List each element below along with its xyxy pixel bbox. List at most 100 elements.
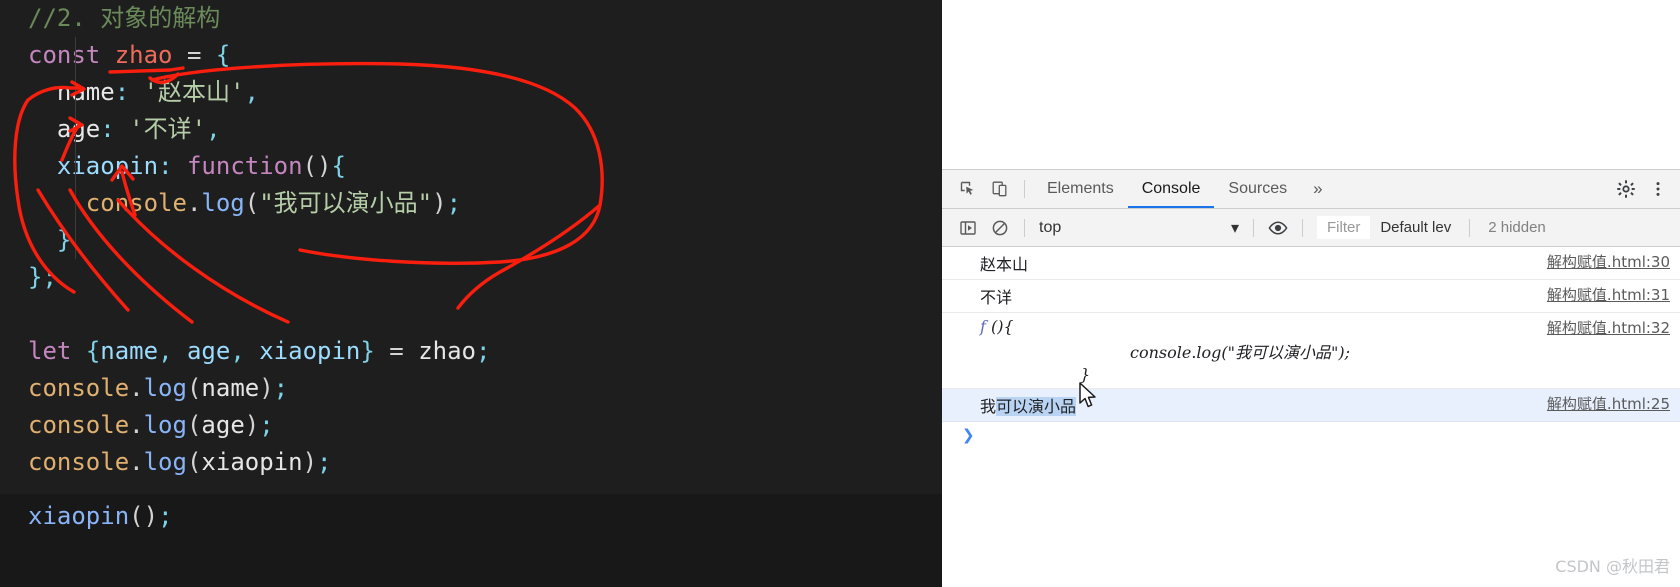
screenshot-root: //2. 对象的解构 const zhao = { name: '赵本山', ag… [0, 0, 1680, 587]
code-token: ( [186, 448, 202, 476]
code-token: name [100, 337, 159, 365]
console-message-row[interactable]: 不详 解构赋值.html:31 [942, 280, 1680, 313]
more-tabs-icon[interactable]: » [1301, 179, 1334, 199]
code-token: ) [302, 448, 318, 476]
code-token: ( [186, 374, 202, 402]
code-line-bottom: xiaopin(); [28, 498, 173, 535]
console-source-link[interactable]: 解构赋值.html:32 [1547, 317, 1670, 338]
code-token: name [56, 78, 115, 106]
code-line[interactable]: age: '不详', [0, 111, 942, 148]
code-token: : [114, 78, 144, 106]
chevron-down-icon: ▾ [1230, 219, 1239, 237]
tab-sources[interactable]: Sources [1214, 170, 1301, 208]
code-token: xiaopin [56, 152, 159, 180]
function-close-line: } [1080, 365, 1091, 384]
filterbar-divider-2 [1253, 218, 1254, 237]
console-message-list[interactable]: 赵本山 解构赋值.html:30 不详 解构赋值.html:31 f (){consol… [942, 247, 1680, 454]
console-message-row[interactable]: f (){console.log("我可以演小品");} 解构赋值.html:32 [942, 313, 1680, 389]
code-token: '不详' [129, 115, 207, 143]
devtools-menu-icon[interactable] [1642, 175, 1674, 203]
code-token: log [143, 448, 187, 476]
code-token: let [28, 337, 72, 365]
hidden-messages-count: 2 hidden [1488, 219, 1546, 236]
no-entry-glyph [992, 220, 1008, 235]
console-message-row[interactable]: 我可以演小品 解构赋值.html:25 [942, 389, 1680, 422]
gear-glyph [1617, 180, 1635, 198]
tab-elements[interactable]: Elements [1033, 170, 1128, 208]
code-editor-pane[interactable]: //2. 对象的解构 const zhao = { name: '赵本山', ag… [0, 0, 942, 587]
inspect-element-icon[interactable] [952, 175, 984, 203]
console-filter-input[interactable]: Filter [1317, 216, 1371, 239]
code-line[interactable]: name: '赵本山', [0, 74, 942, 111]
execution-context-select[interactable]: top ▾ [1033, 218, 1245, 238]
code-token: console [28, 374, 130, 402]
console-source-link[interactable]: 解构赋值.html:31 [1547, 284, 1670, 305]
page-viewport [942, 0, 1680, 170]
code-token: '赵本山' [143, 78, 245, 106]
live-expression-eye-icon[interactable] [1262, 214, 1294, 242]
code-line[interactable] [0, 296, 942, 333]
code-token: . [129, 448, 144, 476]
code-token: ; [317, 448, 332, 476]
code-token: , [206, 115, 221, 143]
function-signature: (){ [985, 317, 1014, 336]
code-line[interactable]: console.log(age); [0, 407, 942, 444]
code-token: ; [42, 263, 57, 291]
code-token: : [100, 115, 130, 143]
console-message-text: 赵本山 [980, 255, 1029, 274]
code-content[interactable]: //2. 对象的解构 const zhao = { name: '赵本山', ag… [0, 0, 942, 518]
code-line[interactable]: //2. 对象的解构 [0, 0, 942, 37]
code-line[interactable]: }; [0, 259, 942, 296]
code-token: { [331, 152, 346, 180]
code-token: xiaopin [201, 448, 303, 476]
console-message-text: 不详 [980, 288, 1013, 307]
code-token: log [201, 189, 245, 217]
console-sidebar-toggle-icon[interactable] [952, 214, 984, 242]
code-token: const [28, 41, 101, 69]
code-token: ( [186, 411, 202, 439]
device-toolbar-icon[interactable] [984, 175, 1016, 203]
clear-console-icon[interactable] [984, 214, 1016, 242]
console-source-link[interactable]: 解构赋值.html:30 [1547, 251, 1670, 272]
code-line[interactable]: xiaopin: function(){ [0, 148, 942, 185]
console-prompt-row[interactable]: ❯ [942, 422, 1680, 454]
indent-guide [75, 37, 76, 259]
console-source-link[interactable]: 解构赋值.html:25 [1547, 393, 1670, 414]
browser-devtools-pane: Elements Console Sources » top ▾ Filter … [942, 0, 1680, 587]
execution-context-value: top [1039, 218, 1062, 236]
code-line[interactable]: } [0, 222, 942, 259]
code-token: log [143, 411, 187, 439]
log-level-select[interactable]: Default lev [1370, 219, 1461, 236]
console-message-row[interactable]: 赵本山 解构赋值.html:30 [942, 247, 1680, 280]
code-token: { [85, 337, 101, 365]
code-token: log [143, 374, 187, 402]
tab-console[interactable]: Console [1127, 170, 1215, 208]
code-token: ) [432, 189, 447, 217]
code-line[interactable]: console.log(xiaopin); [0, 444, 942, 481]
code-token: age [186, 337, 231, 365]
code-line[interactable]: const zhao = { [0, 37, 942, 74]
code-line[interactable]: let {name, age, xiaopin} = zhao; [0, 333, 942, 370]
code-token: name [201, 374, 260, 402]
prompt-arrow-icon: ❯ [962, 426, 975, 444]
code-token: ) [259, 374, 274, 402]
code-token: = [389, 337, 404, 365]
kebab-menu-glyph [1656, 182, 1660, 196]
code-token: ; [476, 337, 491, 365]
code-token: . [129, 411, 144, 439]
code-token: = [186, 41, 202, 69]
code-token: ; [158, 502, 173, 530]
code-token: , [158, 337, 187, 365]
code-token: xiaopin [28, 502, 130, 530]
settings-gear-icon[interactable] [1610, 175, 1642, 203]
code-token: age [201, 411, 245, 439]
code-token: ; [446, 189, 462, 217]
code-line[interactable]: console.log("我可以演小品"); [0, 185, 942, 222]
code-line[interactable]: console.log(name); [0, 370, 942, 407]
